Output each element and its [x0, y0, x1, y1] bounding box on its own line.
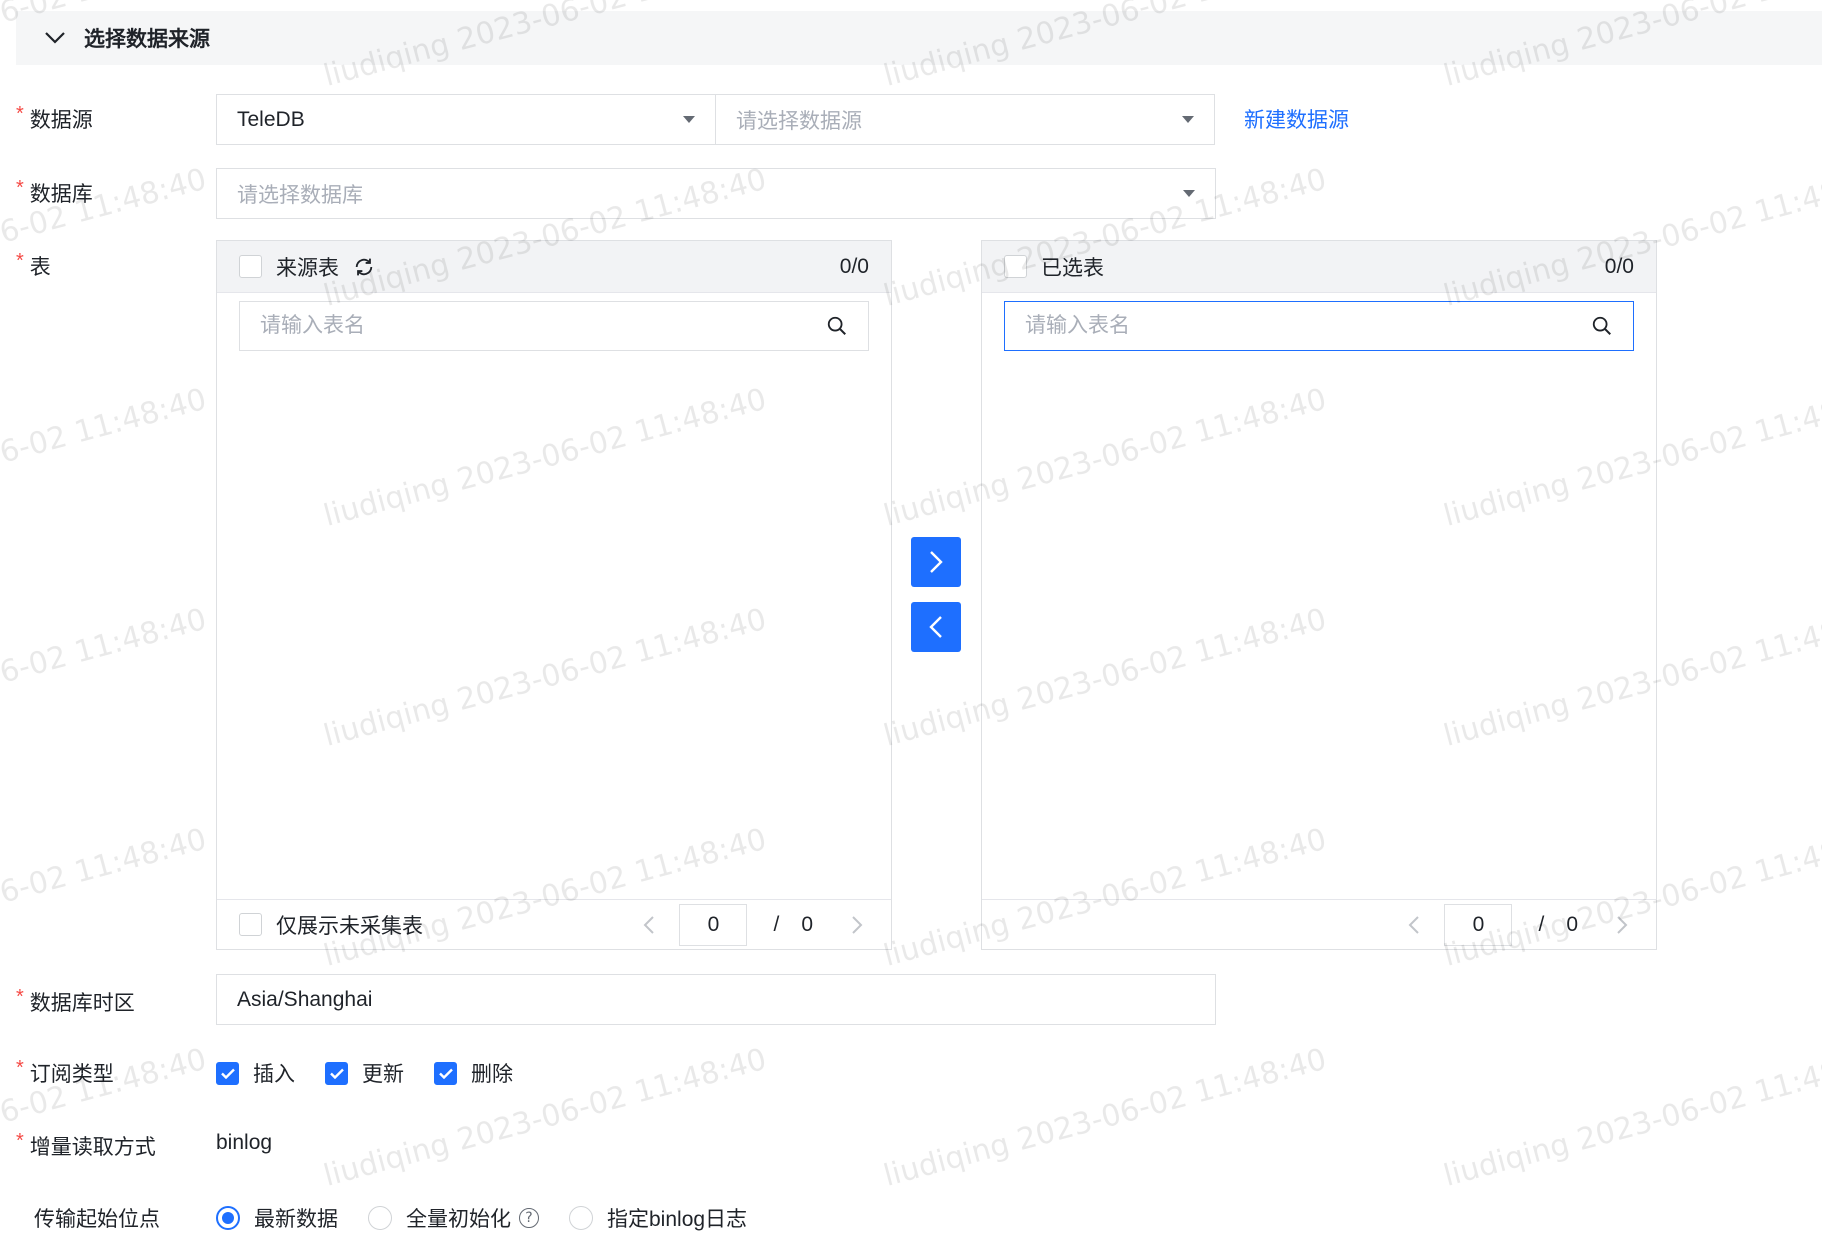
selected-panel-count: 0/0	[1604, 254, 1634, 278]
selected-panel-footer: 0 / 0	[982, 899, 1656, 949]
subscribe-type-label: * 订阅类型	[16, 1056, 114, 1087]
watermark-text: liudiqing 2023-06-02 11:48:40	[0, 821, 211, 974]
selected-search-input[interactable]	[1025, 314, 1591, 338]
source-pagination: 0 / 0	[637, 903, 869, 946]
help-question-icon[interactable]: ?	[519, 1208, 539, 1228]
subscribe-type-options: 插入 更新 删除	[216, 1058, 543, 1088]
table-label: * 表	[16, 249, 51, 280]
page-separator: /	[773, 912, 780, 936]
new-datasource-link[interactable]: 新建数据源	[1244, 104, 1349, 134]
start-latest-option[interactable]: 最新数据	[216, 1203, 338, 1233]
subscribe-update-option[interactable]: 更新	[325, 1058, 404, 1088]
selected-pagination: 0 / 0	[1402, 903, 1634, 946]
source-panel-title: 来源表	[276, 256, 339, 280]
refresh-icon[interactable]	[353, 256, 375, 278]
selected-select-all-checkbox[interactable]	[1004, 255, 1027, 278]
chevron-down-icon[interactable]	[44, 27, 66, 49]
binlog-radio[interactable]	[569, 1206, 593, 1230]
timezone-value: Asia/Shanghai	[237, 987, 373, 1011]
subscribe-insert-option[interactable]: 插入	[216, 1058, 295, 1088]
move-left-button[interactable]	[911, 602, 961, 652]
section-header-select-source[interactable]: 选择数据来源	[16, 11, 1822, 65]
selected-search-box[interactable]	[1004, 301, 1634, 351]
chevron-left-icon[interactable]	[637, 915, 661, 935]
chevron-right-icon[interactable]	[1610, 915, 1634, 935]
latest-data-label: 最新数据	[254, 1208, 338, 1231]
section-title: 选择数据来源	[84, 28, 210, 51]
incremental-read-label: * 增量读取方式	[16, 1129, 156, 1160]
insert-checkbox[interactable]	[216, 1061, 239, 1085]
chevron-right-icon[interactable]	[845, 915, 869, 935]
delete-label: 删除	[471, 1063, 513, 1086]
update-checkbox[interactable]	[325, 1061, 348, 1085]
datasource-instance-select[interactable]: 请选择数据源	[715, 94, 1215, 145]
required-mark: *	[16, 102, 24, 125]
datasource-type-value: TeleDB	[237, 107, 305, 131]
start-position-label: 传输起始位点	[34, 1208, 160, 1231]
chevron-left-icon[interactable]	[1402, 915, 1426, 935]
chevron-left-icon	[928, 615, 944, 639]
selected-page-input[interactable]: 0	[1444, 903, 1513, 946]
watermark-text: liudiqing 2023-06-02 11:48:40	[0, 381, 211, 534]
selected-panel-title: 已选表	[1041, 256, 1104, 280]
database-label: * 数据库	[16, 176, 93, 207]
source-table-panel: 来源表 0/0 仅展示未采集表 0 / 0	[216, 240, 892, 950]
selected-table-panel: 已选表 0/0 0 / 0	[981, 240, 1657, 950]
source-search-box[interactable]	[239, 301, 869, 351]
required-mark: *	[16, 1056, 24, 1079]
source-panel-header: 来源表 0/0	[217, 241, 891, 293]
search-icon[interactable]	[1591, 315, 1613, 337]
source-select-all-checkbox[interactable]	[239, 255, 262, 278]
selected-panel-header: 已选表 0/0	[982, 241, 1656, 293]
timezone-label: * 数据库时区	[16, 985, 135, 1016]
datasource-instance-placeholder: 请选择数据源	[736, 109, 862, 133]
full-init-label: 全量初始化	[406, 1208, 511, 1231]
database-placeholder: 请选择数据库	[237, 183, 363, 207]
source-search-input[interactable]	[260, 314, 826, 338]
subscribe-delete-option[interactable]: 删除	[434, 1058, 513, 1088]
update-label: 更新	[362, 1063, 404, 1086]
start-full-init-option[interactable]: 全量初始化 ?	[368, 1203, 539, 1233]
required-mark: *	[16, 1129, 24, 1152]
source-page-input[interactable]: 0	[679, 903, 748, 946]
incremental-read-value: binlog	[216, 1131, 273, 1154]
watermark-text: liudiqing 2023-06-02 11:48:40	[880, 1041, 1331, 1194]
datasource-label: * 数据源	[16, 102, 93, 133]
chevron-right-icon	[928, 550, 944, 574]
show-uncollected-checkbox[interactable]	[239, 913, 262, 936]
required-mark: *	[16, 176, 24, 199]
watermark-text: liudiqing 2023-06-02 11:48:40	[1440, 1041, 1822, 1194]
database-select[interactable]: 请选择数据库	[216, 168, 1216, 219]
start-binlog-option[interactable]: 指定binlog日志	[569, 1203, 747, 1233]
move-right-button[interactable]	[911, 537, 961, 587]
selected-page-total: 0	[1566, 912, 1578, 936]
page-separator: /	[1538, 912, 1545, 936]
caret-down-icon	[1183, 190, 1195, 197]
datasource-type-select[interactable]: TeleDB	[216, 94, 716, 145]
required-mark: *	[16, 985, 24, 1008]
caret-down-icon	[683, 116, 695, 123]
start-position-options: 最新数据 全量初始化 ? 指定binlog日志	[216, 1203, 777, 1233]
watermark-text: liudiqing 2023-06-02 11:48:40	[0, 601, 211, 754]
binlog-label: 指定binlog日志	[607, 1208, 748, 1231]
delete-checkbox[interactable]	[434, 1061, 457, 1085]
source-panel-footer: 仅展示未采集表 0 / 0	[217, 899, 891, 949]
latest-data-radio[interactable]	[216, 1206, 240, 1230]
source-page-total: 0	[801, 912, 813, 936]
full-init-radio[interactable]	[368, 1206, 392, 1230]
timezone-input[interactable]: Asia/Shanghai	[216, 974, 1216, 1025]
search-icon[interactable]	[826, 315, 848, 337]
source-panel-count: 0/0	[839, 254, 869, 278]
show-uncollected-label: 仅展示未采集表	[276, 914, 423, 938]
caret-down-icon	[1182, 116, 1194, 123]
required-mark: *	[16, 249, 24, 272]
insert-label: 插入	[253, 1063, 295, 1086]
